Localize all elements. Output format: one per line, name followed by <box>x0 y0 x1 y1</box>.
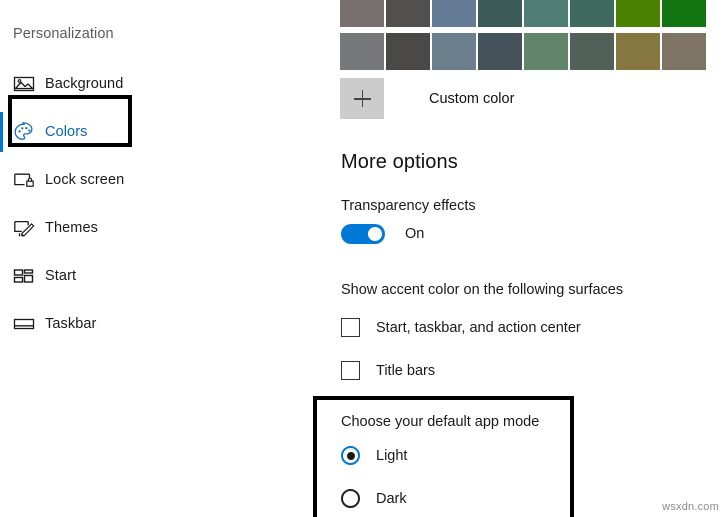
content-pane: Custom color More options Transparency e… <box>300 0 727 517</box>
sidebar-nav: Background Colors Lock screen Themes Sta… <box>0 60 300 348</box>
accent-swatch[interactable] <box>662 0 706 27</box>
accent-swatch[interactable] <box>570 33 614 70</box>
accent-swatch[interactable] <box>386 33 430 70</box>
sidebar-item-background[interactable]: Background <box>0 60 300 108</box>
accent-swatch[interactable] <box>386 0 430 27</box>
accent-swatch[interactable] <box>340 33 384 70</box>
plus-icon <box>353 90 371 107</box>
themes-brush-icon <box>13 217 37 239</box>
accent-swatch[interactable] <box>524 0 568 27</box>
accent-swatch[interactable] <box>340 0 384 27</box>
sidebar-item-label: Lock screen <box>45 171 125 188</box>
accent-swatch[interactable] <box>478 0 522 27</box>
custom-color-button[interactable] <box>340 78 384 119</box>
checkbox-row-start-taskbar-action-center[interactable]: Start, taskbar, and action center <box>341 318 581 337</box>
sidebar-item-taskbar[interactable]: Taskbar <box>0 300 300 348</box>
transparency-effects-row: On <box>341 224 424 244</box>
radio-label: Dark <box>376 490 407 507</box>
sidebar-item-label: Themes <box>45 219 98 236</box>
selection-accent-bar <box>0 112 3 152</box>
checkbox-label: Start, taskbar, and action center <box>376 319 581 336</box>
taskbar-icon <box>13 313 37 335</box>
accent-swatch[interactable] <box>432 0 476 27</box>
page-title: Personalization <box>13 26 114 42</box>
sidebar-item-label: Taskbar <box>45 315 97 332</box>
accent-swatch[interactable] <box>616 33 660 70</box>
checkbox-label: Title bars <box>376 362 436 379</box>
sidebar-item-lock-screen[interactable]: Lock screen <box>0 156 300 204</box>
sidebar-item-themes[interactable]: Themes <box>0 204 300 252</box>
radio-label: Light <box>376 447 408 464</box>
checkbox-start-taskbar-action-center[interactable] <box>341 318 360 337</box>
accent-swatch[interactable] <box>432 33 476 70</box>
checkbox-title-bars[interactable] <box>341 361 360 380</box>
accent-swatch[interactable] <box>478 33 522 70</box>
transparency-effects-label: Transparency effects <box>341 198 476 214</box>
accent-swatch[interactable] <box>570 0 614 27</box>
custom-color-label: Custom color <box>429 90 515 107</box>
sidebar-item-label: Background <box>45 75 124 92</box>
accent-swatch[interactable] <box>616 0 660 27</box>
transparency-effects-state: On <box>405 226 425 242</box>
more-options-heading: More options <box>341 151 458 173</box>
radio-dark[interactable] <box>341 489 360 508</box>
toggle-knob <box>368 227 382 241</box>
transparency-effects-toggle[interactable] <box>341 224 385 244</box>
color-palette-icon <box>13 121 37 143</box>
start-tiles-icon <box>13 265 37 287</box>
sidebar-item-start[interactable]: Start <box>0 252 300 300</box>
radio-light[interactable] <box>341 446 360 465</box>
checkbox-row-title-bars[interactable]: Title bars <box>341 361 435 380</box>
lock-screen-icon <box>13 169 37 191</box>
custom-color-row: Custom color <box>340 78 514 119</box>
accent-swatch[interactable] <box>662 33 706 70</box>
sidebar-item-label: Start <box>45 267 77 284</box>
radio-row-light[interactable]: Light <box>341 446 407 465</box>
settings-personalization-colors-page: Personalization Background Colors Lock s… <box>0 0 727 517</box>
image-icon <box>13 73 37 95</box>
accent-swatch[interactable] <box>524 33 568 70</box>
watermark: wsxdn.com <box>662 501 719 513</box>
sidebar: Personalization Background Colors Lock s… <box>0 0 300 517</box>
accent-color-swatch-grid <box>340 0 710 70</box>
radio-row-dark[interactable]: Dark <box>341 489 407 508</box>
sidebar-item-label: Colors <box>45 123 88 140</box>
app-mode-title: Choose your default app mode <box>341 414 540 430</box>
accent-surfaces-label: Show accent color on the following surfa… <box>341 282 624 298</box>
sidebar-item-colors[interactable]: Colors <box>0 108 300 156</box>
